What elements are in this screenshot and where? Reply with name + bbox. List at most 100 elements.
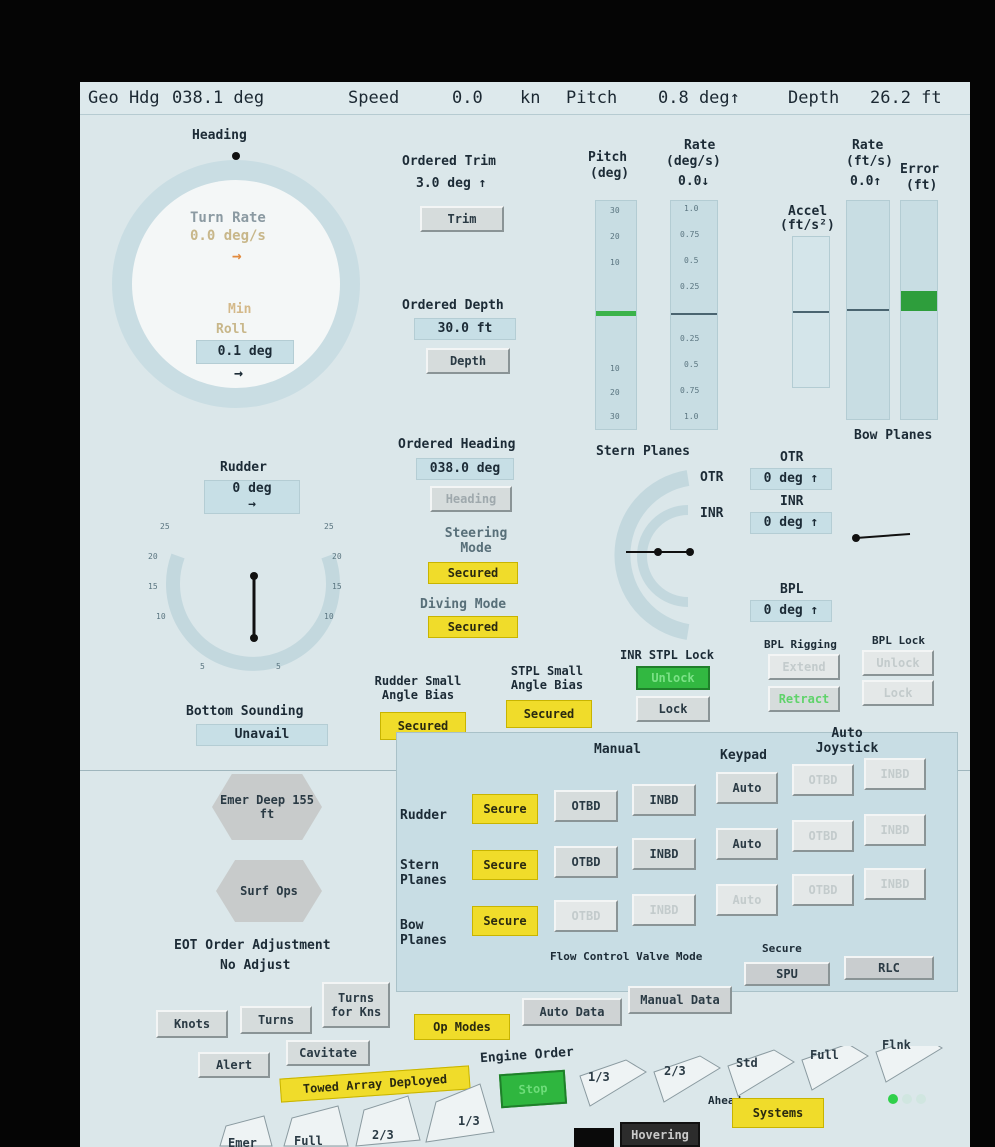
emer-deep-button[interactable]: Emer Deep 155 ft xyxy=(212,774,322,840)
bow-auto-button[interactable]: Auto xyxy=(716,884,778,916)
heading-button[interactable]: Heading xyxy=(430,486,512,512)
trim-button[interactable]: Trim xyxy=(420,206,504,232)
status-bar: Geo Hdg 038.1 deg Speed 0.0 kn Pitch 0.8… xyxy=(80,82,970,115)
rudder-auto-button[interactable]: Auto xyxy=(716,772,778,804)
speed-value: 0.0 xyxy=(452,88,483,108)
bow-secure-button[interactable]: Secure xyxy=(472,906,538,936)
rudder-joystick-otbd[interactable]: OTBD xyxy=(792,764,854,796)
ahead-full-button[interactable]: Full xyxy=(810,1048,839,1062)
rudder-otbd-button[interactable]: OTBD xyxy=(554,790,618,822)
rudder-tick: 25 xyxy=(160,522,170,531)
ordered-trim-value: 3.0 deg ↑ xyxy=(416,176,487,191)
ahead-2-3-button[interactable]: 2/3 xyxy=(664,1064,686,1078)
spu-button[interactable]: SPU xyxy=(744,962,830,986)
pitch-label: Pitch xyxy=(566,88,618,108)
status-led xyxy=(888,1094,898,1104)
surf-ops-button[interactable]: Surf Ops xyxy=(216,860,322,922)
rudder-tick: 5 xyxy=(276,662,281,671)
inr-stpl-unlock-button[interactable]: Unlock xyxy=(636,666,710,690)
op-modes-tab[interactable]: Op Modes xyxy=(414,1014,510,1040)
knots-button[interactable]: Knots xyxy=(156,1010,228,1038)
ordered-heading-value: 038.0 deg xyxy=(416,458,514,480)
back-2-3-button[interactable]: 2/3 xyxy=(372,1128,394,1142)
stpl-bias-label: STPL Small Angle Bias xyxy=(510,664,584,692)
accel-title: Accel xyxy=(788,204,828,219)
stern-secure-button[interactable]: Secure xyxy=(472,850,538,880)
stern-joystick-otbd[interactable]: OTBD xyxy=(792,820,854,852)
ahead-std-button[interactable]: Std xyxy=(736,1056,758,1070)
bow-joystick-inbd[interactable]: INBD xyxy=(864,868,926,900)
bpl-lock-button[interactable]: Lock xyxy=(862,680,934,706)
eot-label: EOT Order Adjustment xyxy=(174,938,331,953)
speed-label: Speed xyxy=(348,88,400,108)
turns-button[interactable]: Turns xyxy=(240,1006,312,1034)
bpl-value: 0 deg ↑ xyxy=(750,600,832,622)
back-full-button[interactable]: Full xyxy=(294,1134,323,1147)
back-emer-button[interactable]: Emer xyxy=(228,1136,257,1147)
rate-scale-value: 0.0↓ xyxy=(678,174,710,189)
inr-stpl-lock-label: INR STPL Lock xyxy=(620,648,714,662)
stern-inr-tag: INR xyxy=(700,506,724,521)
accel-indicator xyxy=(793,311,829,313)
rudder-arrow: → xyxy=(248,497,256,512)
ahead-flnk-button[interactable]: Flnk xyxy=(882,1038,911,1052)
rate-tick: 0.75 xyxy=(680,230,700,239)
diving-mode-value: Secured xyxy=(428,616,518,638)
rudder-tick: 20 xyxy=(148,552,158,561)
error-unit: (ft) xyxy=(906,178,938,193)
ordered-heading-label: Ordered Heading xyxy=(398,437,516,452)
rudder-inbd-button[interactable]: INBD xyxy=(632,784,696,816)
stern-otbd-button[interactable]: OTBD xyxy=(554,846,618,878)
hovering-button[interactable]: Hovering xyxy=(620,1122,700,1147)
rlc-button[interactable]: RLC xyxy=(844,956,934,980)
rate-tick: 0.25 xyxy=(680,334,700,343)
bow-inbd-button[interactable]: INBD xyxy=(632,894,696,926)
stern-planes-dial xyxy=(614,470,694,640)
pitch-tick: 30 xyxy=(610,206,620,215)
manual-data-tab[interactable]: Manual Data xyxy=(628,986,732,1014)
stern-joystick-inbd[interactable]: INBD xyxy=(864,814,926,846)
stern-inbd-button[interactable]: INBD xyxy=(632,838,696,870)
rudder-tick: 10 xyxy=(156,612,166,621)
back-1-3-button[interactable]: 1/3 xyxy=(458,1114,480,1128)
auto-data-tab[interactable]: Auto Data xyxy=(522,998,622,1026)
bow-otbd-button[interactable]: OTBD xyxy=(554,900,618,932)
cavitate-button[interactable]: Cavitate xyxy=(286,1040,370,1066)
diving-mode-label: Diving Mode xyxy=(420,597,507,612)
systems-button[interactable]: Systems xyxy=(732,1098,824,1128)
bow-planes-label: Bow Planes xyxy=(854,428,933,443)
bpl-unlock-button[interactable]: Unlock xyxy=(862,650,934,676)
pitch-tick: 30 xyxy=(610,412,620,421)
rate-tick: 0.5 xyxy=(684,256,699,265)
eot-value: No Adjust xyxy=(220,958,291,973)
otr-value: 0 deg ↑ xyxy=(750,468,832,490)
rudder-joystick-inbd[interactable]: INBD xyxy=(864,758,926,790)
pitch-tick: 10 xyxy=(610,258,620,267)
roll-label: Roll xyxy=(216,322,248,337)
rudder-tick: 10 xyxy=(324,612,334,621)
bpl-lock-label: BPL Lock xyxy=(872,634,925,647)
alert-button[interactable]: Alert xyxy=(198,1052,270,1078)
pitch-value: 0.8 deg↑ xyxy=(658,88,740,108)
heading-mode: Min xyxy=(228,302,252,317)
rudder-secure-button[interactable]: Secure xyxy=(472,794,538,824)
bpl-retract-button[interactable]: Retract xyxy=(768,686,840,712)
inr-value: 0 deg ↑ xyxy=(750,512,832,534)
inr-stpl-lock-button[interactable]: Lock xyxy=(636,696,710,722)
depth-button[interactable]: Depth xyxy=(426,348,510,374)
rate-indicator xyxy=(671,313,717,315)
stern-auto-button[interactable]: Auto xyxy=(716,828,778,860)
control-console-screen: Geo Hdg 038.1 deg Speed 0.0 kn Pitch 0.8… xyxy=(80,82,970,1147)
rudder-tick: 5 xyxy=(200,662,205,671)
bpl-extend-button[interactable]: Extend xyxy=(768,654,840,680)
bow-joystick-otbd[interactable]: OTBD xyxy=(792,874,854,906)
engine-stop-button[interactable]: Stop xyxy=(498,1069,568,1109)
manual-header: Manual xyxy=(594,742,641,757)
heading-title: Heading xyxy=(192,128,247,143)
ahead-1-3-button[interactable]: 1/3 xyxy=(588,1070,610,1084)
turns-for-kns-button[interactable]: Turns for Kns xyxy=(322,982,390,1028)
rate-fts-title: Rate xyxy=(852,138,884,153)
stpl-bias-value: Secured xyxy=(506,700,592,728)
status-led xyxy=(902,1094,912,1104)
rate-tick: 1.0 xyxy=(684,204,699,213)
